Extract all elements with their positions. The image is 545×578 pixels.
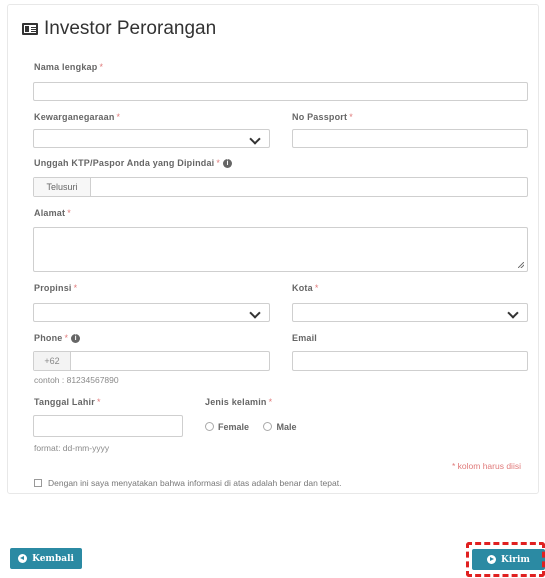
info-icon[interactable]: i [223,159,233,169]
agreement-row: Dengan ini saya menyatakan bahwa informa… [34,478,341,488]
propinsi-label: Propinsi * [34,283,78,293]
female-label[interactable]: Female [218,422,249,432]
required-note: * kolom harus diisi [452,461,521,471]
alamat-label: Alamat * [34,208,71,218]
chevron-down-icon [249,307,261,319]
phone-label: Phone * i [34,333,81,344]
chevron-down-icon [507,307,519,319]
arrow-left-circle-icon [18,554,28,563]
email-label: Email [292,333,318,343]
nama-input[interactable] [33,82,528,101]
form-title: Investor Perorangan [22,18,216,40]
phone-input[interactable]: +62 [33,351,270,371]
tanggal-hint: format: dd-mm-yyyy [34,443,110,453]
email-input[interactable] [292,351,528,371]
kota-label: Kota * [292,283,319,293]
info-icon[interactable]: i [71,334,81,344]
phone-hint: contoh : 81234567890 [34,375,119,385]
alamat-textarea[interactable] [33,227,528,272]
passport-label: No Passport * [292,112,353,122]
agreement-checkbox[interactable] [34,479,42,487]
form-title-text: Investor Perorangan [44,18,217,39]
gender-label: Jenis kelamin * [205,397,273,407]
kewarganegaraan-label: Kewarganegaraan * [34,112,121,122]
agreement-text[interactable]: Dengan ini saya menyatakan bahwa informa… [48,478,341,488]
propinsi-select[interactable] [33,303,270,322]
upload-field[interactable]: Telusuri [33,177,528,197]
nama-label: Nama lengkap * [34,62,104,72]
resize-handle-icon[interactable] [518,262,524,268]
phone-prefix: +62 [34,352,71,370]
female-radio[interactable] [205,422,214,432]
male-radio[interactable] [263,422,273,432]
back-button[interactable]: Kembali [10,548,82,569]
tanggal-label: Tanggal Lahir * [34,397,101,407]
tanggal-input[interactable] [33,415,183,437]
gender-options: Female Male [205,418,307,436]
id-card-icon [22,23,38,35]
upload-label: Unggah KTP/Paspor Anda yang Dipindai * i [34,158,233,169]
chevron-down-icon [249,133,261,145]
kota-select[interactable] [292,303,528,322]
passport-input[interactable] [292,129,528,148]
kewarganegaraan-select[interactable] [33,129,270,148]
browse-button[interactable]: Telusuri [34,178,91,196]
submit-highlight [466,542,545,577]
male-label[interactable]: Male [276,422,296,432]
